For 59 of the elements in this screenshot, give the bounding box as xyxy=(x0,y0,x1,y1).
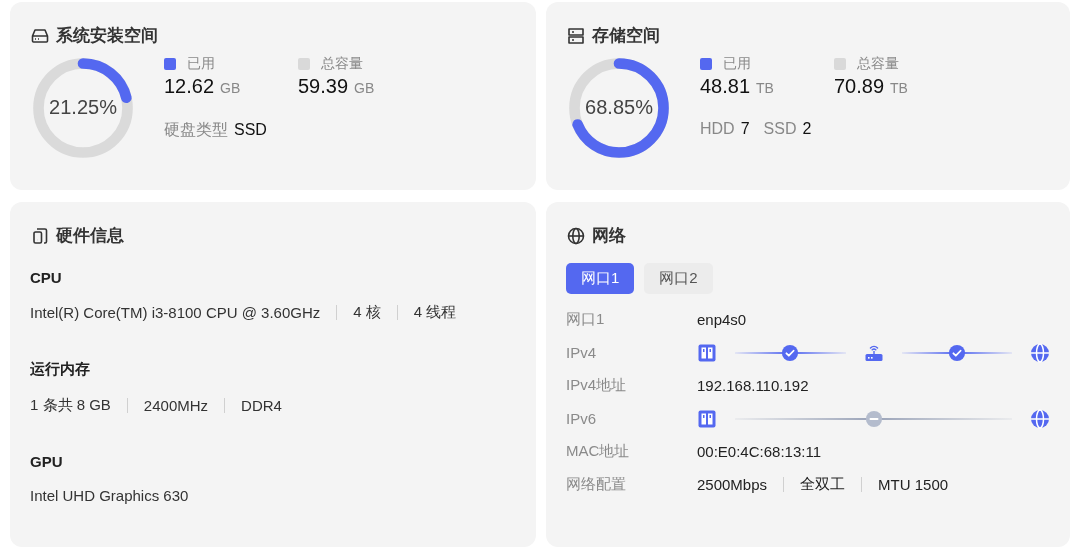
spec-value: DDR4 xyxy=(241,397,282,414)
detail-value: SSD xyxy=(234,121,267,139)
card-title: 存储空间 xyxy=(592,25,660,47)
field-value: enp4s0 xyxy=(697,311,747,328)
detail-value: 7 xyxy=(740,120,750,138)
globe-icon xyxy=(1030,408,1050,429)
legend-swatch xyxy=(700,58,712,70)
total-value: 70.89 xyxy=(834,75,885,98)
detail-label: HDD xyxy=(700,120,735,138)
spec-value: Intel UHD Graphics 630 xyxy=(30,487,189,504)
field-label: IPv6 xyxy=(566,410,597,427)
legend-label: 已用 xyxy=(187,55,215,73)
field-label: 网口1 xyxy=(566,310,606,329)
used-value: 48.81 xyxy=(700,75,751,98)
legend-label: 总容量 xyxy=(321,55,363,73)
field-label: IPv4 xyxy=(566,344,597,361)
unit-label: GB xyxy=(220,80,241,96)
globe-icon xyxy=(1030,342,1050,363)
usage-percent: 21.25% xyxy=(48,96,118,119)
field-label: 网络配置 xyxy=(566,475,627,494)
spec-value: 2400MHz xyxy=(143,397,209,414)
legend-swatch xyxy=(164,58,176,70)
spec-value: 4 线程 xyxy=(413,303,457,322)
section-title: GPU xyxy=(30,453,64,470)
server-icon xyxy=(566,25,586,46)
device-icon xyxy=(30,225,50,246)
unit-label: GB xyxy=(354,80,375,96)
unit-label: TB xyxy=(890,80,908,96)
field-label: IPv4地址 xyxy=(566,376,627,395)
card-title: 硬件信息 xyxy=(56,225,124,247)
total-value: 59.39 xyxy=(298,75,349,98)
section-title: CPU xyxy=(30,269,63,286)
spec-value: 1 条共 8 GB xyxy=(30,396,111,415)
field-value: 192.168.110.192 xyxy=(697,377,809,394)
detail-value: 2 xyxy=(802,120,812,138)
globe-icon xyxy=(566,225,586,246)
unit-label: TB xyxy=(756,80,774,96)
field-value: 全双工 xyxy=(800,475,846,494)
nas-icon xyxy=(697,342,717,363)
field-value: MTU 1500 xyxy=(878,476,949,493)
field-value: 00:E0:4C:68:13:11 xyxy=(697,443,821,460)
port-tab[interactable]: 网口2 xyxy=(644,263,713,294)
card-title: 系统安装空间 xyxy=(56,25,158,47)
legend-label: 已用 xyxy=(723,55,751,73)
usage-percent: 68.85% xyxy=(584,96,654,119)
used-value: 12.62 xyxy=(164,75,215,98)
detail-label: 硬盘类型 xyxy=(164,120,228,140)
port-tab[interactable]: 网口1 xyxy=(566,263,635,294)
legend-label: 总容量 xyxy=(857,55,899,73)
legend-swatch xyxy=(298,58,310,70)
card-title: 网络 xyxy=(592,225,626,247)
detail-label: SSD xyxy=(763,120,797,138)
field-value: 2500Mbps xyxy=(697,476,768,493)
spec-value: 4 核 xyxy=(353,303,381,322)
field-label: MAC地址 xyxy=(566,442,631,461)
legend-swatch xyxy=(834,58,846,70)
section-title: 运行内存 xyxy=(30,360,91,379)
spec-value: Intel(R) Core(TM) i3-8100 CPU @ 3.60GHz xyxy=(30,304,321,321)
nas-icon xyxy=(697,408,717,429)
